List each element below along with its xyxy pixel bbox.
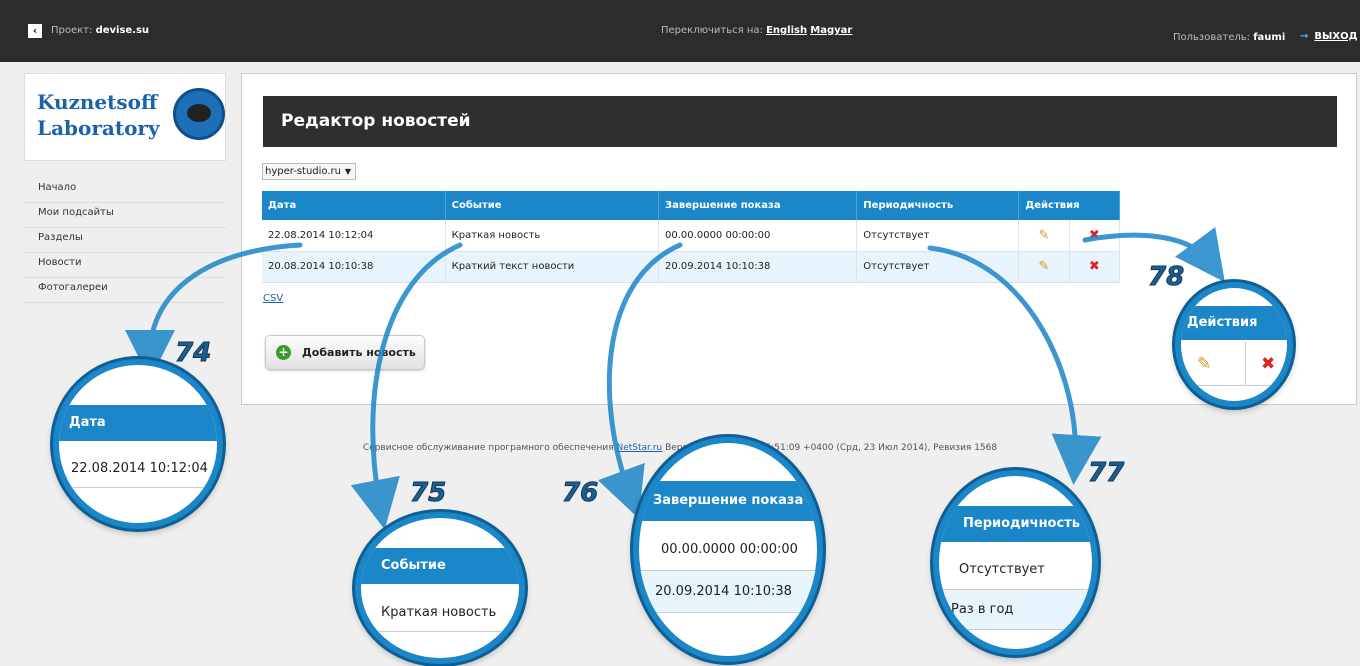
callout-magnifier-78: Действия ✎ ✖	[1175, 282, 1293, 407]
column-header-event[interactable]: Событие	[445, 191, 660, 220]
logout-label: ВЫХОД	[1314, 31, 1358, 42]
arrow-right-icon: →	[1300, 31, 1309, 42]
callout-header: Периодичность	[939, 506, 1092, 542]
logo-line2: Laboratory	[37, 116, 160, 140]
pencil-edit-icon: ✎	[1197, 354, 1212, 374]
callout-number-74: 74	[174, 338, 212, 369]
edit-cell: ✎	[1018, 220, 1070, 252]
cell-periodicity: Отсутствует	[856, 251, 1020, 283]
delete-cross-icon[interactable]: ✖	[1089, 259, 1100, 274]
callout-header: Дата	[59, 405, 217, 441]
news-table: Дата Событие Завершение показа Периодичн…	[262, 191, 1121, 283]
cell-periodicity: Отсутствует	[856, 220, 1020, 252]
sidebar-item-news[interactable]: Новости	[24, 253, 226, 278]
lang-magyar-link[interactable]: Magyar	[810, 25, 852, 36]
add-news-label: Добавить новость	[302, 346, 416, 359]
project-info: Проект: devise.su	[51, 25, 149, 36]
plus-icon: +	[276, 345, 291, 360]
cell-end: 00.00.0000 00:00:00	[658, 220, 858, 252]
callout-row: Краткая новость	[361, 594, 519, 632]
cell-event: Краткая новость	[445, 220, 660, 252]
callout-row: Раз в год	[939, 590, 1092, 630]
site-select[interactable]: hyper-studio.ru ▼	[262, 163, 356, 180]
delete-cross-icon[interactable]: ✖	[1089, 228, 1100, 243]
callout-actions-row: ✎ ✖	[1181, 342, 1287, 386]
callout-divider	[1245, 342, 1246, 386]
language-switch: Переключиться на: English Magyar	[661, 25, 852, 36]
callout-row: 00.00.0000 00:00:00	[639, 529, 817, 571]
delete-cell: ✖	[1069, 220, 1121, 252]
back-arrow-icon[interactable]: ‹	[28, 24, 42, 38]
cell-date: 22.08.2014 10:12:04	[262, 220, 446, 252]
callout-row: 20.09.2014 10:10:38	[639, 571, 817, 613]
callout-number-76: 76	[561, 478, 599, 509]
cell-end: 20.09.2014 10:10:38	[658, 251, 858, 283]
callout-magnifier-75: Событие Краткая новость	[355, 512, 525, 664]
logout-link[interactable]: → ВЫХОД	[1300, 31, 1358, 42]
callout-header: Завершение показа	[639, 481, 817, 521]
callout-header: Событие	[361, 548, 519, 584]
pencil-edit-icon[interactable]: ✎	[1039, 259, 1050, 274]
user-label: Пользователь:	[1173, 32, 1251, 43]
callout-row: 22.08.2014 10:12:04	[59, 450, 217, 488]
edit-cell: ✎	[1018, 251, 1070, 283]
sidebar-item-galleries[interactable]: Фотогалереи	[24, 278, 226, 303]
callout-header: Действия	[1181, 306, 1287, 340]
table-row: 22.08.2014 10:12:04 Краткая новость 00.0…	[262, 220, 1121, 252]
pencil-edit-icon[interactable]: ✎	[1039, 228, 1050, 243]
sidebar-item-home[interactable]: Начало	[24, 178, 226, 203]
column-header-periodicity[interactable]: Периодичность	[856, 191, 1020, 220]
sidebar-item-sections[interactable]: Разделы	[24, 228, 226, 253]
footer-link[interactable]: NetStar.ru	[616, 443, 662, 453]
add-news-button[interactable]: + Добавить новость	[265, 335, 425, 370]
cell-date: 20.08.2014 10:10:38	[262, 251, 446, 283]
user-info: Пользователь: faumi	[1173, 32, 1285, 43]
logo[interactable]: Kuznetsoff Laboratory	[24, 73, 226, 161]
callout-number-78: 78	[1147, 262, 1185, 293]
logo-emblem-icon	[173, 88, 225, 140]
callout-magnifier-77: Периодичность Отсутствует Раз в год	[933, 470, 1098, 655]
delete-cross-icon: ✖	[1261, 354, 1276, 374]
callout-number-77: 77	[1087, 458, 1125, 489]
chevron-down-icon: ▼	[344, 167, 351, 176]
sidebar-item-subsites[interactable]: Мои подсайты	[24, 203, 226, 228]
callout-magnifier-76: Завершение показа 00.00.0000 00:00:00 20…	[633, 437, 823, 662]
delete-cell: ✖	[1069, 251, 1121, 283]
cell-event: Краткий текст новости	[445, 251, 660, 283]
footer-text-before: Сервисное обслуживание програмного обесп…	[362, 443, 614, 453]
csv-link[interactable]: CSV	[263, 293, 283, 304]
table-header-row: Дата Событие Завершение показа Периодичн…	[262, 191, 1120, 220]
callout-number-75: 75	[409, 478, 447, 509]
project-label: Проект:	[51, 25, 93, 36]
project-name: devise.su	[95, 25, 150, 36]
language-switch-label: Переключиться на:	[661, 25, 763, 36]
column-header-end[interactable]: Завершение показа	[658, 191, 858, 220]
top-bar: ‹ Проект: devise.su Переключиться на: En…	[0, 0, 1360, 62]
site-select-value: hyper-studio.ru	[265, 166, 342, 177]
page-title: Редактор новостей	[263, 96, 1337, 147]
column-header-actions: Действия	[1018, 191, 1120, 220]
lang-english-link[interactable]: English	[766, 25, 807, 36]
sidebar: Начало Мои подсайты Разделы Новости Фото…	[24, 178, 226, 303]
callout-magnifier-74: Дата 22.08.2014 10:12:04	[53, 359, 223, 529]
table-row: 20.08.2014 10:10:38 Краткий текст новост…	[262, 251, 1121, 283]
user-name: faumi	[1253, 32, 1286, 43]
column-header-date[interactable]: Дата	[262, 191, 446, 220]
callout-row: Отсутствует	[939, 550, 1092, 590]
logo-line1: Kuznetsoff	[37, 90, 158, 114]
